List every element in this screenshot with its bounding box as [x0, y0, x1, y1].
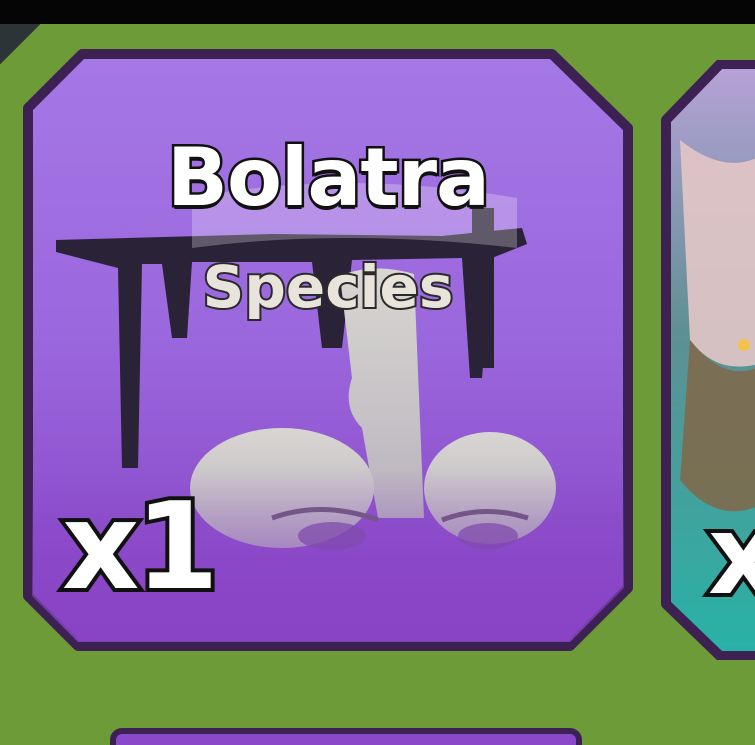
item-category: Species: [201, 253, 456, 321]
item-name: Bolatra: [164, 131, 492, 224]
item-card-bolatra[interactable]: Bolatra Species x1: [22, 48, 634, 652]
inventory-grid: Bolatra Species x1 x: [0, 0, 755, 745]
next-item-quantity: x: [704, 491, 755, 619]
top-bar: [0, 0, 755, 24]
item-card-below[interactable]: [110, 728, 582, 745]
item-quantity: x1: [58, 478, 223, 617]
